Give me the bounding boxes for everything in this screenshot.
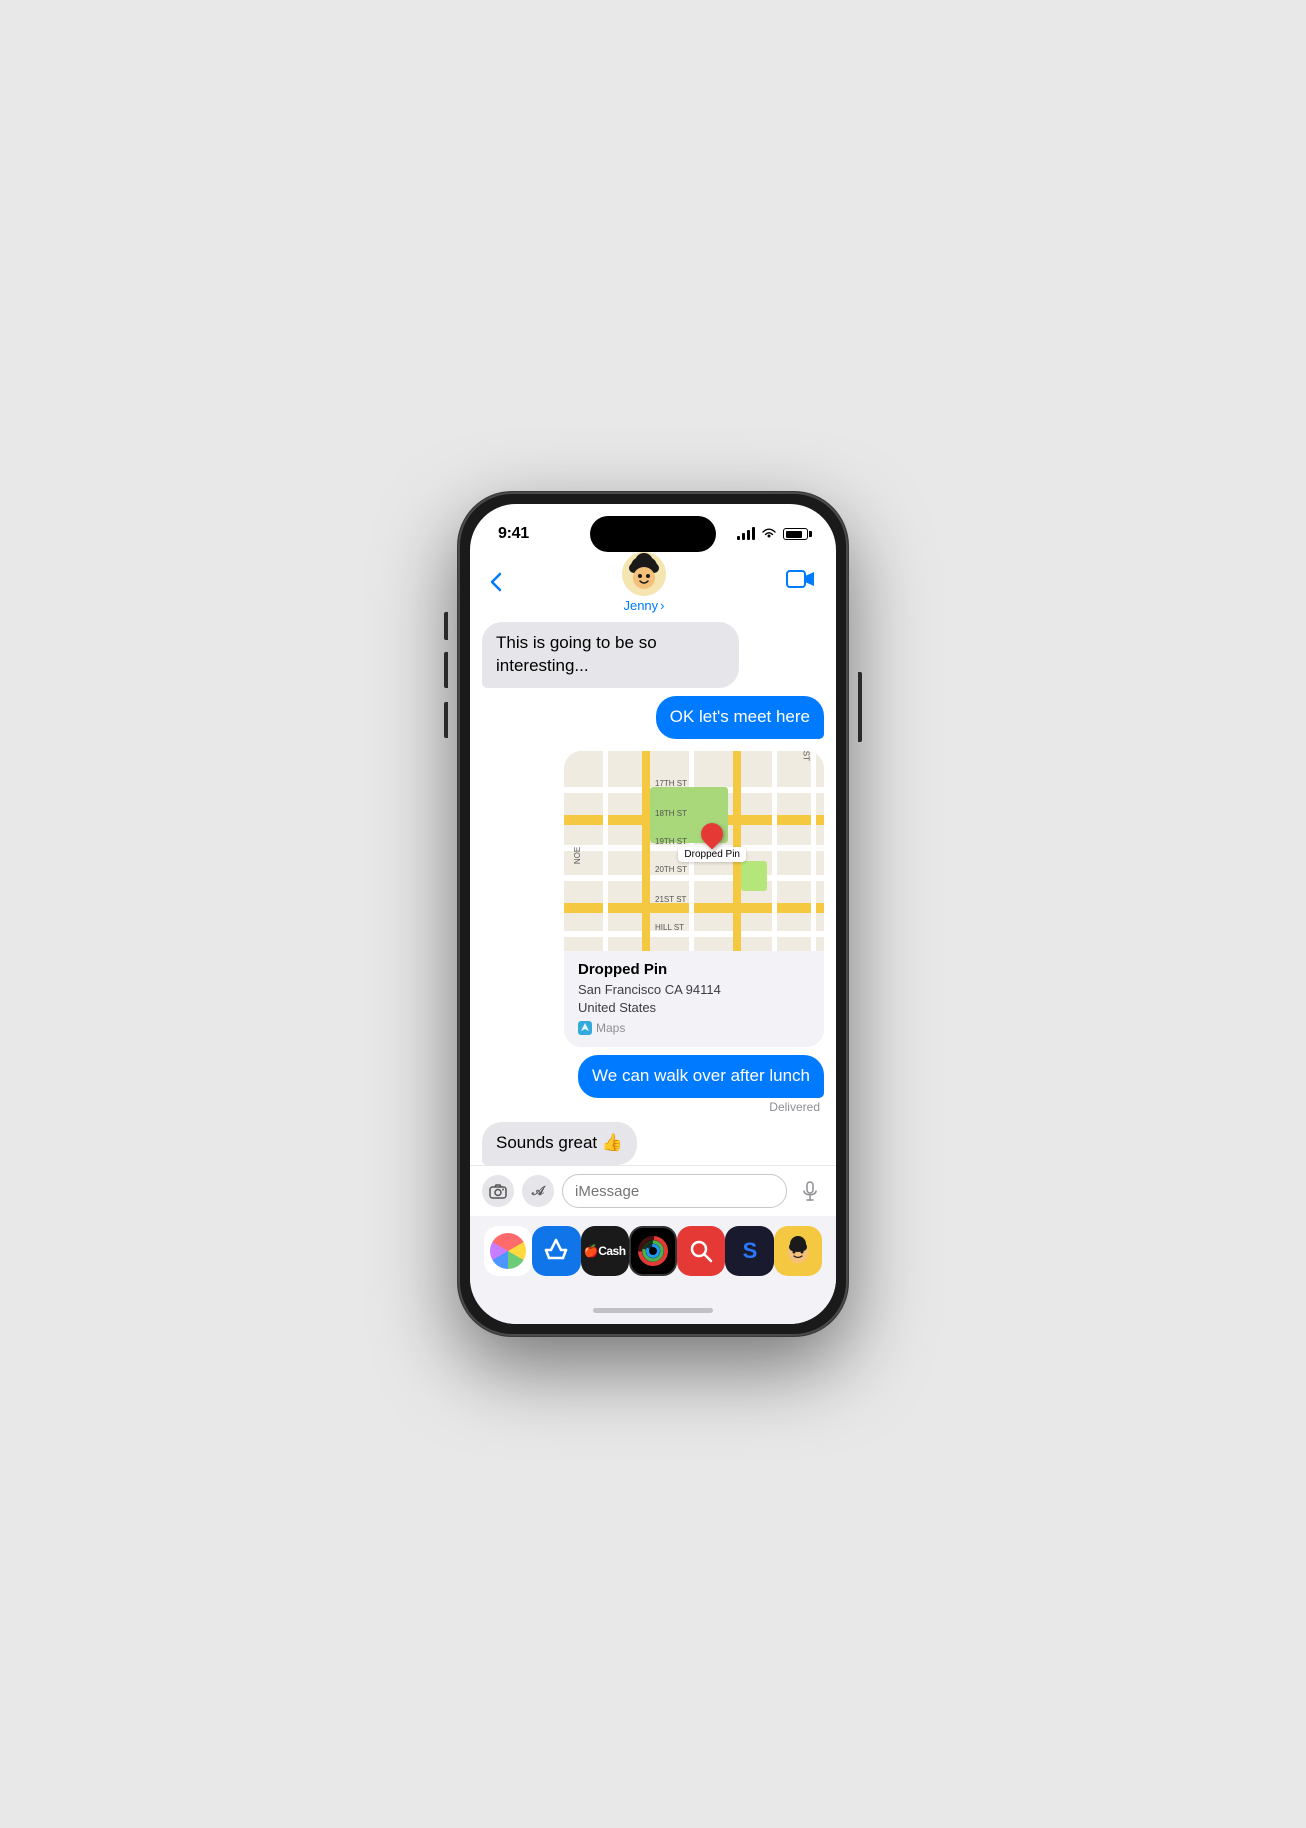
message-text: We can walk over after lunch xyxy=(592,1066,810,1085)
message-location[interactable]: 17TH ST 18TH ST 19TH ST 20TH ST 21ST ST … xyxy=(482,747,824,1047)
message-incoming-1: This is going to be so interesting... xyxy=(482,622,824,688)
app-store-icon[interactable] xyxy=(532,1226,580,1276)
shazam-icon[interactable]: S xyxy=(725,1226,773,1276)
memoji-stickers-icon[interactable] xyxy=(774,1226,822,1276)
status-time: 9:41 xyxy=(498,525,529,543)
message-text: OK let's meet here xyxy=(670,707,810,726)
volume-up-button[interactable] xyxy=(444,652,448,688)
messages-area: This is going to be so interesting... OK… xyxy=(470,614,836,1165)
wifi-icon xyxy=(761,527,777,542)
map-preview: 17TH ST 18TH ST 19TH ST 20TH ST 21ST ST … xyxy=(564,751,824,951)
back-button[interactable] xyxy=(490,572,502,592)
power-button[interactable] xyxy=(858,672,862,742)
location-card[interactable]: 17TH ST 18TH ST 19TH ST 20TH ST 21ST ST … xyxy=(564,751,824,1047)
bubble: This is going to be so interesting... xyxy=(482,622,739,688)
contact-header[interactable]: Jenny › xyxy=(622,552,666,613)
maps-icon xyxy=(578,1021,592,1035)
location-address: San Francisco CA 94114 United States xyxy=(578,981,810,1017)
video-call-button[interactable] xyxy=(786,568,816,596)
map-pin: Dropped Pin xyxy=(678,823,746,862)
bubble: Sounds great 👍 xyxy=(482,1122,637,1165)
home-indicator xyxy=(470,1296,836,1324)
app-drawer: 🍎Cash xyxy=(470,1216,836,1296)
maps-badge: Maps xyxy=(578,1021,810,1035)
volume-down-button[interactable] xyxy=(444,702,448,738)
search-app-icon[interactable] xyxy=(677,1226,725,1276)
location-title: Dropped Pin xyxy=(578,961,810,978)
message-outgoing-1: OK let's meet here xyxy=(482,696,824,739)
nav-bar: Jenny › xyxy=(470,554,836,614)
photos-app-icon[interactable] xyxy=(484,1226,532,1276)
apple-cash-icon[interactable]: 🍎Cash xyxy=(581,1226,629,1276)
maps-label: Maps xyxy=(596,1021,625,1035)
fitness-icon[interactable] xyxy=(629,1226,677,1276)
phone-frame: 9:41 xyxy=(458,492,848,1336)
chevron-icon: › xyxy=(660,598,664,613)
message-outgoing-2: We can walk over after lunch Delivered xyxy=(482,1055,824,1114)
apps-button[interactable]: 𝒜 xyxy=(522,1175,554,1207)
phone-screen: 9:41 xyxy=(470,504,836,1324)
message-input[interactable] xyxy=(562,1174,787,1208)
svg-text:S: S xyxy=(742,1238,757,1263)
mute-button[interactable] xyxy=(444,612,448,640)
bubble: We can walk over after lunch xyxy=(578,1055,824,1098)
delivered-label: Delivered xyxy=(769,1100,824,1114)
home-bar xyxy=(593,1308,713,1313)
location-info: Dropped Pin San Francisco CA 94114 Unite… xyxy=(564,951,824,1047)
contact-name[interactable]: Jenny › xyxy=(623,598,664,613)
message-text: This is going to be so interesting... xyxy=(496,633,657,675)
message-text: Sounds great 👍 xyxy=(496,1133,623,1152)
signal-icon xyxy=(737,528,755,540)
avatar xyxy=(622,552,666,596)
mic-button[interactable] xyxy=(795,1175,824,1207)
bubble: OK let's meet here xyxy=(656,696,824,739)
status-icons xyxy=(737,527,808,542)
battery-icon xyxy=(783,528,808,540)
dynamic-island xyxy=(590,516,716,552)
camera-button[interactable] xyxy=(482,1175,514,1207)
message-incoming-2: Sounds great 👍 xyxy=(482,1122,824,1165)
input-bar: 𝒜 xyxy=(470,1165,836,1216)
